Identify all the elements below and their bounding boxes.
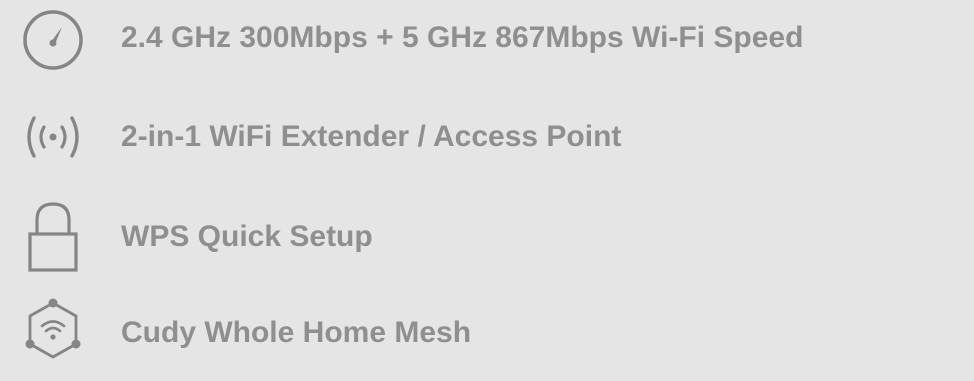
feature-label: 2.4 GHz 300Mbps + 5 GHz 867Mbps Wi-Fi Sp…: [121, 21, 804, 54]
mesh-wifi-icon: [8, 293, 98, 373]
feature-item-mesh: Cudy Whole Home Mesh: [0, 293, 974, 373]
feature-label: 2-in-1 WiFi Extender / Access Point: [121, 120, 622, 153]
feature-item-wps: WPS Quick Setup: [0, 197, 974, 277]
feature-label: WPS Quick Setup: [121, 220, 373, 253]
feature-label: Cudy Whole Home Mesh: [121, 316, 472, 349]
lock-icon: [8, 197, 98, 277]
wireless-signal-icon: [8, 97, 98, 177]
feature-item-wifi-speed: 2.4 GHz 300Mbps + 5 GHz 867Mbps Wi-Fi Sp…: [0, 0, 974, 78]
feature-list: 2.4 GHz 300Mbps + 5 GHz 867Mbps Wi-Fi Sp…: [0, 0, 974, 381]
feature-item-extender: 2-in-1 WiFi Extender / Access Point: [0, 97, 974, 177]
speedometer-icon: [8, 0, 98, 78]
